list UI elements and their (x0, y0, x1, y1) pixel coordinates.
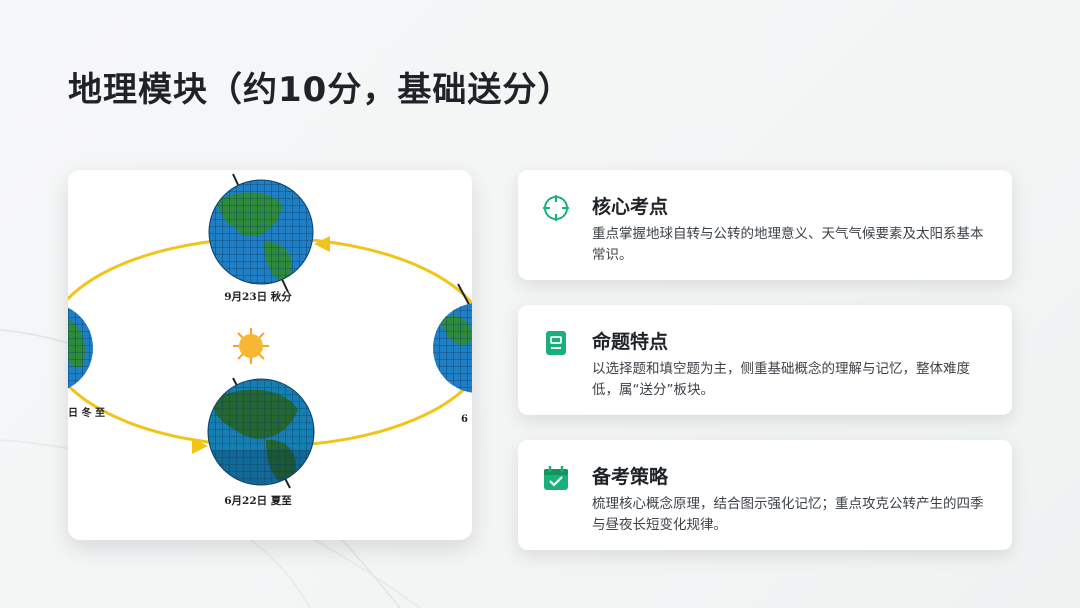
earth-winter-icon (68, 303, 93, 393)
label-autumn: 9月23日 秋分 (224, 290, 292, 303)
document-icon (546, 331, 566, 355)
crosshair-icon (543, 195, 569, 221)
sun-icon (233, 328, 269, 364)
earth-orbit-diagram: 9月23日 秋分 6月22日 夏至 日 冬 至 6 (68, 170, 472, 540)
card-study-strategy: 备考策略 梳理核心概念原理，结合图示强化记忆；重点攻克公转产生的四季与昼夜长短变… (518, 440, 1012, 550)
page-title: 地理模块（约10分，基础送分） (68, 70, 573, 110)
label-summer: 6月22日 夏至 (224, 495, 292, 507)
earth-spring-icon (433, 283, 472, 393)
calendar-check-icon (544, 466, 568, 490)
card-question-features: 命题特点 以选择题和填空题为主，侧重基础概念的理解与记忆，整体难度低，属“送分”… (518, 305, 1012, 415)
card-text: 以选择题和填空题为主，侧重基础概念的理解与记忆，整体难度低，属“送分”板块。 (592, 361, 970, 398)
card-core-points: 核心考点 重点掌握地球自转与公转的地理意义、天气气候要素及太阳系基本常识。 (518, 170, 1012, 280)
card-text: 梳理核心概念原理，结合图示强化记忆；重点攻克公转产生的四季与昼夜长短变化规律。 (592, 496, 984, 533)
label-winter-fragment: 日 冬 至 (68, 406, 105, 419)
card-title: 备考策略 (592, 466, 669, 488)
label-right-fragment: 6 (461, 414, 468, 425)
card-title: 核心考点 (592, 196, 669, 218)
earth-autumn-icon (208, 173, 314, 293)
card-title: 命题特点 (592, 331, 669, 353)
card-text: 重点掌握地球自转与公转的地理意义、天气气候要素及太阳系基本常识。 (592, 226, 984, 263)
orbit-arrow-top (314, 236, 330, 252)
earth-summer-icon (207, 377, 315, 489)
